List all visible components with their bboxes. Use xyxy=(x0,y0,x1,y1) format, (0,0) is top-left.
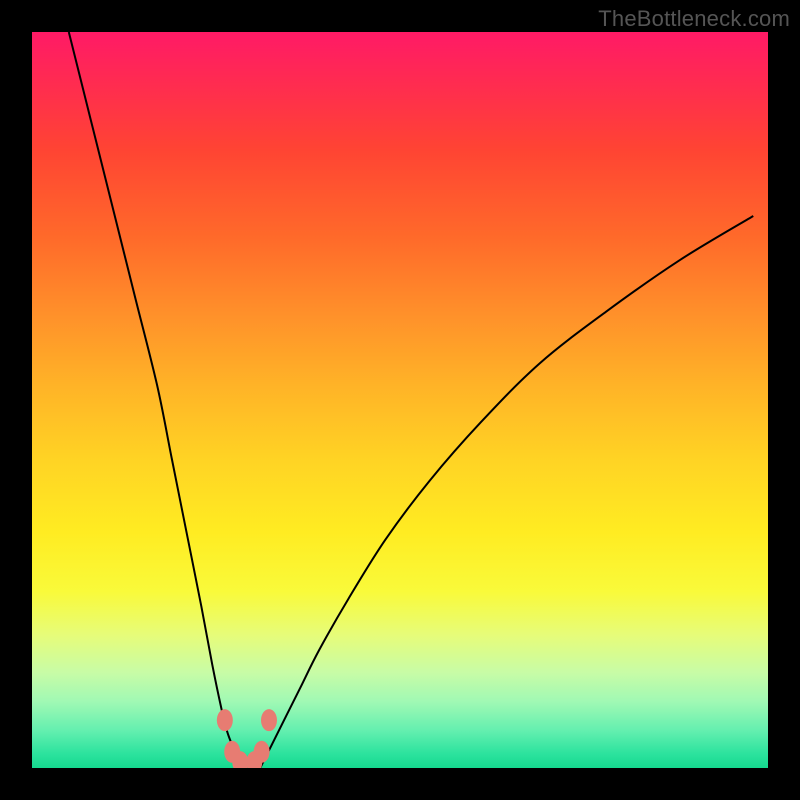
curve-marker xyxy=(217,709,233,731)
watermark-text: TheBottleneck.com xyxy=(598,6,790,32)
curve-marker xyxy=(261,709,277,731)
plot-area xyxy=(32,32,768,768)
bottleneck-curve-svg xyxy=(32,32,768,768)
curve-right-branch xyxy=(260,216,753,768)
chart-frame: TheBottleneck.com xyxy=(0,0,800,800)
curve-left-branch xyxy=(69,32,246,768)
curve-markers-group xyxy=(217,709,277,768)
